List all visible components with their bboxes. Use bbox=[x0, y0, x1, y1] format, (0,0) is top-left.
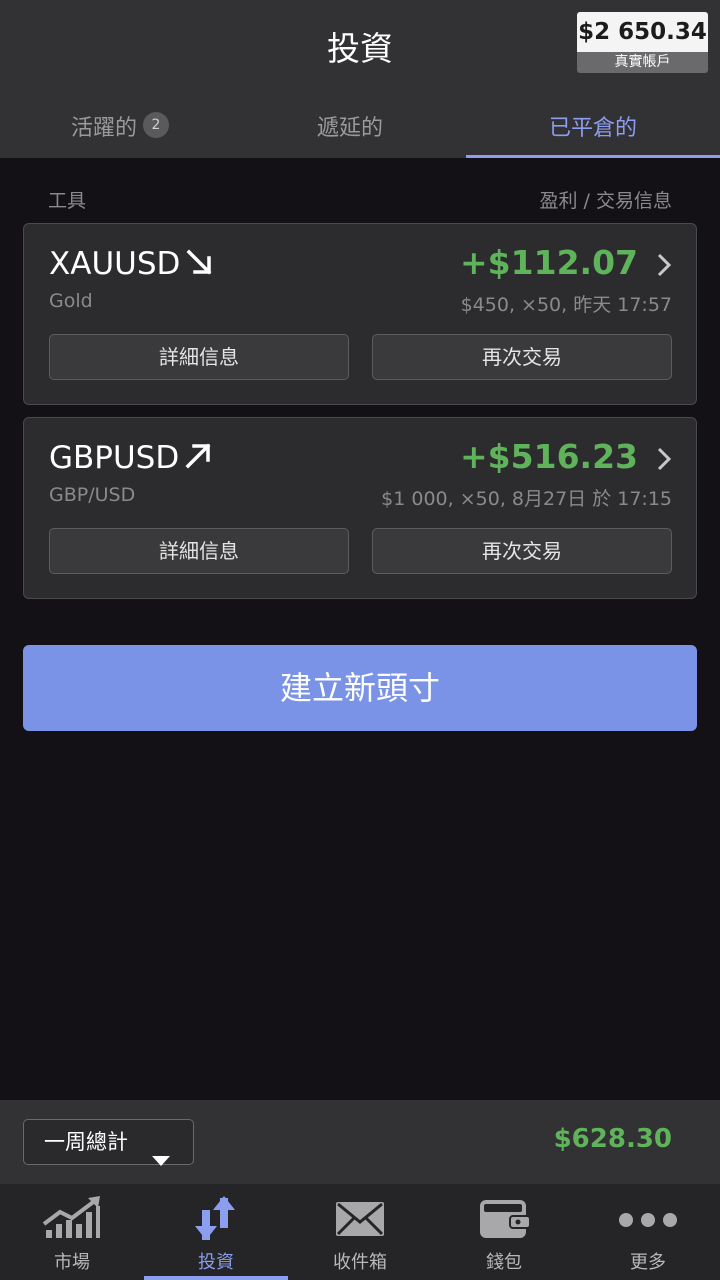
nav-label: 投資 bbox=[198, 1252, 234, 1273]
tab-indicator bbox=[466, 155, 720, 158]
symbol: XAUUSD bbox=[49, 246, 214, 285]
nav-label: 更多 bbox=[630, 1252, 666, 1273]
trade-info: $450, ×50, 昨天 17:57 bbox=[460, 294, 672, 316]
nav-active-indicator bbox=[144, 1276, 288, 1280]
nav-more[interactable]: 更多 bbox=[576, 1184, 720, 1280]
chart-icon bbox=[42, 1194, 102, 1242]
tab-deferred[interactable]: 遞延的 bbox=[230, 100, 470, 158]
tab-bar: 活躍的 2 遞延的 已平倉的 bbox=[0, 100, 720, 158]
bottom-nav: 市場 投資 收件箱 錢包 更多 bbox=[0, 1184, 720, 1280]
tab-active[interactable]: 活躍的 2 bbox=[0, 100, 240, 158]
nav-invest[interactable]: 投資 bbox=[144, 1184, 288, 1280]
tab-label: 已平倉的 bbox=[548, 116, 637, 141]
account-type-label: 真實帳戶 bbox=[577, 52, 708, 73]
nav-label: 市場 bbox=[54, 1252, 90, 1273]
column-header-profit: 盈利 / 交易信息 bbox=[539, 190, 672, 212]
instrument-name: Gold bbox=[49, 290, 93, 312]
nav-wallet[interactable]: 錢包 bbox=[432, 1184, 576, 1280]
trade-again-button[interactable]: 再次交易 bbox=[372, 528, 672, 574]
details-button[interactable]: 詳細信息 bbox=[49, 334, 349, 380]
symbol: GBPUSD bbox=[49, 440, 213, 479]
tab-label: 活躍的 bbox=[70, 116, 137, 141]
trade-again-button[interactable]: 再次交易 bbox=[372, 334, 672, 380]
nav-market[interactable]: 市場 bbox=[0, 1184, 144, 1280]
instrument-name: GBP/USD bbox=[49, 484, 136, 506]
profit-value: +$516.23 bbox=[460, 437, 638, 476]
nav-label: 錢包 bbox=[486, 1252, 522, 1273]
details-button[interactable]: 詳細信息 bbox=[49, 528, 349, 574]
account-balance[interactable]: $2 650.34 真實帳戶 bbox=[577, 12, 708, 73]
more-dots-icon bbox=[618, 1194, 678, 1242]
wallet-icon bbox=[474, 1194, 534, 1242]
arrow-up-right-icon bbox=[183, 441, 213, 479]
position-card[interactable]: GBPUSD +$516.23 GBP/USD $1 000, ×50, 8月2… bbox=[23, 417, 697, 599]
position-card[interactable]: XAUUSD +$112.07 Gold $450, ×50, 昨天 17:57… bbox=[23, 223, 697, 405]
period-total: $628.30 bbox=[553, 1124, 672, 1154]
tab-closed[interactable]: 已平倉的 bbox=[473, 100, 713, 158]
nav-label: 收件箱 bbox=[333, 1252, 387, 1273]
arrow-down-right-icon bbox=[184, 247, 214, 285]
count-badge: 2 bbox=[143, 112, 169, 138]
nav-inbox[interactable]: 收件箱 bbox=[288, 1184, 432, 1280]
period-select[interactable]: 一周總計 bbox=[23, 1119, 194, 1166]
header-bar: 投資 $2 650.34 真實帳戶 活躍的 2 遞延的 已平倉的 bbox=[0, 0, 720, 158]
column-header-instrument: 工具 bbox=[48, 190, 87, 212]
envelope-icon bbox=[330, 1194, 390, 1242]
profit-value: +$112.07 bbox=[460, 243, 638, 282]
chevron-right-icon[interactable] bbox=[656, 446, 672, 476]
tab-label: 遞延的 bbox=[316, 116, 383, 141]
summary-bar: 一周總計 $628.30 bbox=[0, 1100, 720, 1184]
caret-down-icon bbox=[151, 1138, 171, 1182]
period-label: 一周總計 bbox=[44, 1130, 128, 1154]
chevron-right-icon[interactable] bbox=[656, 252, 672, 282]
trade-info: $1 000, ×50, 8月27日 於 17:15 bbox=[381, 488, 672, 510]
trade-arrows-icon bbox=[186, 1194, 246, 1242]
balance-amount: $2 650.34 bbox=[577, 12, 708, 52]
new-position-button[interactable]: 建立新頭寸 bbox=[23, 645, 697, 731]
